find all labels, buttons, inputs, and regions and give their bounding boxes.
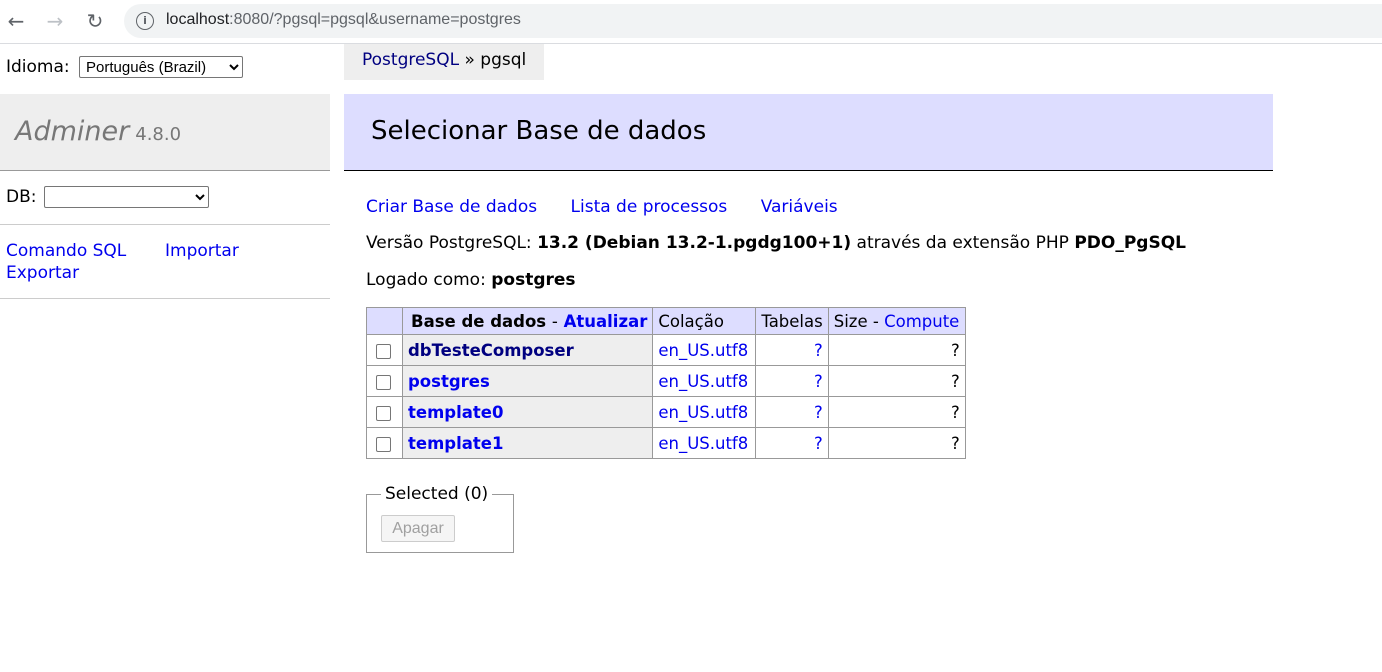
app-logo[interactable]: Adminer 4.8.0 bbox=[15, 116, 181, 147]
tables-link[interactable]: ? bbox=[814, 341, 823, 360]
database-link[interactable]: template0 bbox=[408, 403, 503, 422]
page-header: Selecionar Base de dados bbox=[344, 94, 1273, 171]
databases-table: Base de dados - Atualizar Colação Tabela… bbox=[366, 307, 966, 459]
collation-link[interactable]: en_US.utf8 bbox=[658, 403, 748, 422]
browser-toolbar: ← → ↻ i localhost:8080/?pgsql=pgsql&user… bbox=[0, 0, 1382, 44]
sidebar-header: Adminer 4.8.0 bbox=[0, 94, 330, 171]
logged-in-as: Logado como: postgres bbox=[366, 270, 576, 290]
back-arrow-icon[interactable]: ← bbox=[3, 8, 29, 34]
selected-fieldset: Selected (0) Apagar bbox=[366, 484, 514, 553]
table-header-row: Base de dados - Atualizar Colação Tabela… bbox=[366, 307, 966, 335]
variables-link[interactable]: Variáveis bbox=[761, 197, 838, 217]
row-checkbox[interactable] bbox=[376, 436, 391, 452]
database-link[interactable]: postgres bbox=[408, 372, 490, 391]
size-cell: ? bbox=[827, 365, 966, 397]
forward-arrow-icon[interactable]: → bbox=[42, 8, 68, 34]
address-bar[interactable]: i localhost:8080/?pgsql=pgsql&username=p… bbox=[124, 4, 1382, 38]
database-name-cell: postgres bbox=[401, 365, 654, 397]
breadcrumb-server: pgsql bbox=[480, 50, 527, 70]
row-checkbox[interactable] bbox=[376, 343, 391, 359]
row-checkbox-cell bbox=[366, 365, 403, 397]
reload-icon[interactable]: ↻ bbox=[82, 8, 108, 34]
tables-link[interactable]: ? bbox=[814, 434, 823, 453]
site-info-icon[interactable]: i bbox=[136, 12, 154, 30]
breadcrumb-separator: » bbox=[464, 50, 475, 70]
collation-cell: en_US.utf8 bbox=[652, 334, 757, 366]
tables-link[interactable]: ? bbox=[814, 403, 823, 422]
row-checkbox[interactable] bbox=[376, 374, 391, 390]
breadcrumb-driver-link[interactable]: PostgreSQL bbox=[362, 50, 459, 70]
database-column-header: Base de dados - Atualizar bbox=[401, 307, 654, 335]
size-cell: ? bbox=[827, 334, 966, 366]
refresh-link[interactable]: Atualizar bbox=[564, 312, 648, 331]
table-row: template1 en_US.utf8 ? ? bbox=[366, 427, 966, 459]
table-row: postgres en_US.utf8 ? ? bbox=[366, 365, 966, 397]
collation-column-header: Colação bbox=[652, 307, 757, 335]
db-select[interactable] bbox=[43, 186, 209, 208]
url-text[interactable]: localhost:8080/?pgsql=pgsql&username=pos… bbox=[166, 11, 521, 29]
collation-cell: en_US.utf8 bbox=[652, 365, 757, 397]
tables-cell: ? bbox=[755, 334, 829, 366]
size-column-header: Size - Compute bbox=[827, 307, 966, 335]
language-selector: Idioma: Português (Brazil) bbox=[6, 56, 244, 78]
tables-cell: ? bbox=[755, 427, 829, 459]
row-checkbox-cell bbox=[366, 396, 403, 428]
export-link[interactable]: Exportar bbox=[6, 263, 79, 283]
database-name-cell: template1 bbox=[401, 427, 654, 459]
row-checkbox[interactable] bbox=[376, 405, 391, 421]
collation-link[interactable]: en_US.utf8 bbox=[658, 341, 748, 360]
row-checkbox-cell bbox=[366, 334, 403, 366]
database-name-cell: template0 bbox=[401, 396, 654, 428]
compute-link[interactable]: Compute bbox=[884, 312, 959, 331]
import-link[interactable]: Importar bbox=[165, 241, 239, 261]
collation-link[interactable]: en_US.utf8 bbox=[658, 434, 748, 453]
size-cell: ? bbox=[827, 427, 966, 459]
db-selector: DB: bbox=[6, 186, 209, 208]
row-checkbox-cell bbox=[366, 427, 403, 459]
database-link[interactable]: dbTesteComposer bbox=[408, 341, 574, 360]
collation-cell: en_US.utf8 bbox=[652, 427, 757, 459]
size-cell: ? bbox=[827, 396, 966, 428]
collation-cell: en_US.utf8 bbox=[652, 396, 757, 428]
language-select[interactable]: Português (Brazil) bbox=[79, 56, 244, 78]
tables-column-header: Tabelas bbox=[755, 307, 829, 335]
tables-cell: ? bbox=[755, 365, 829, 397]
sidebar-divider bbox=[0, 224, 330, 225]
language-label: Idioma: bbox=[6, 57, 70, 77]
delete-button[interactable]: Apagar bbox=[381, 515, 455, 542]
collation-link[interactable]: en_US.utf8 bbox=[658, 372, 748, 391]
sidebar-divider bbox=[0, 298, 330, 299]
app-version: 4.8.0 bbox=[135, 124, 182, 145]
selected-legend: Selected (0) bbox=[381, 484, 493, 504]
tables-link[interactable]: ? bbox=[814, 372, 823, 391]
server-version: Versão PostgreSQL: 13.2 (Debian 13.2-1.p… bbox=[366, 233, 1186, 253]
database-link[interactable]: template1 bbox=[408, 434, 503, 453]
sql-command-link[interactable]: Comando SQL bbox=[6, 241, 126, 261]
select-all-cell bbox=[366, 307, 403, 335]
tables-cell: ? bbox=[755, 396, 829, 428]
table-row: template0 en_US.utf8 ? ? bbox=[366, 396, 966, 428]
process-list-link[interactable]: Lista de processos bbox=[571, 197, 728, 217]
db-label: DB: bbox=[6, 187, 37, 207]
action-links: Criar Base de dados Lista de processos V… bbox=[366, 197, 866, 217]
table-row: dbTesteComposer en_US.utf8 ? ? bbox=[366, 334, 966, 366]
database-name-cell: dbTesteComposer bbox=[401, 334, 654, 366]
page-title: Selecionar Base de dados bbox=[371, 116, 707, 146]
create-database-link[interactable]: Criar Base de dados bbox=[366, 197, 537, 217]
breadcrumb: PostgreSQL » pgsql bbox=[344, 44, 545, 80]
